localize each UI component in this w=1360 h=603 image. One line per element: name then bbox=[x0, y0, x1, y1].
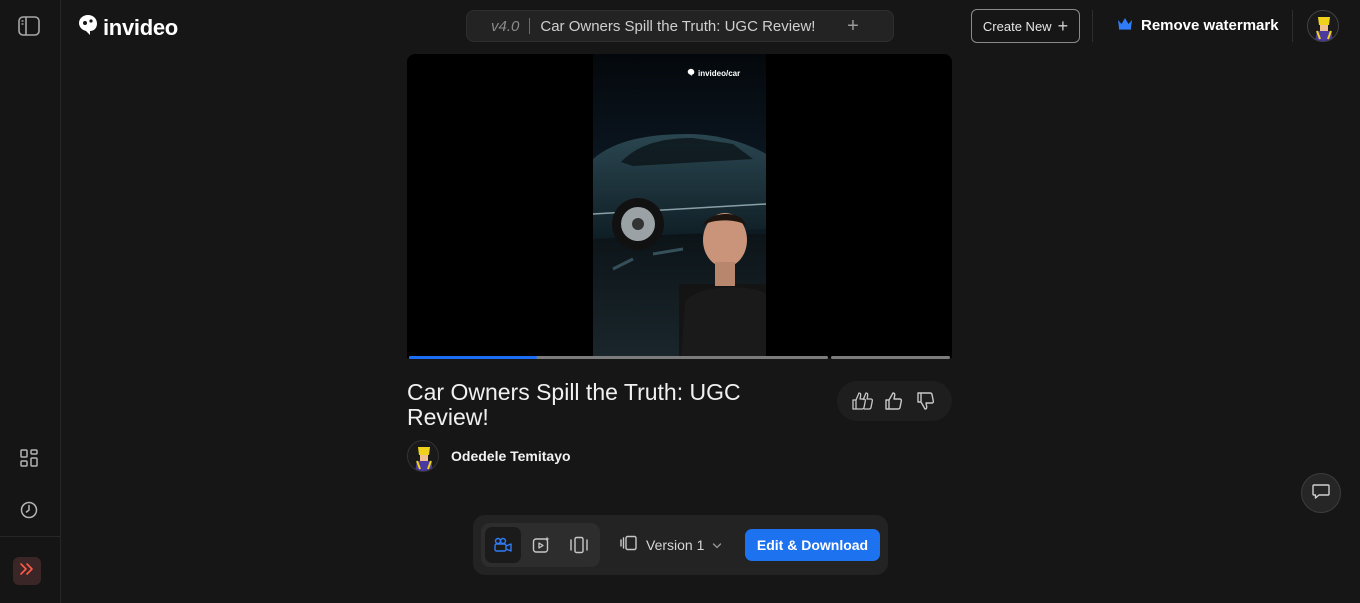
watermark-logo-icon bbox=[687, 68, 695, 79]
grid-icon[interactable] bbox=[17, 446, 41, 470]
crown-icon bbox=[1117, 17, 1133, 34]
thumbs-down-icon[interactable] bbox=[912, 387, 940, 415]
remove-watermark-button[interactable]: Remove watermark bbox=[1117, 17, 1279, 34]
plus-icon: + bbox=[1057, 16, 1069, 36]
chevron-down-icon bbox=[712, 537, 722, 553]
thumbs-up-icon[interactable] bbox=[880, 387, 908, 415]
bottom-toolbar: Version 1 Edit & Download bbox=[473, 515, 888, 575]
left-rail bbox=[0, 0, 61, 603]
create-new-button[interactable]: Create New + bbox=[971, 9, 1080, 43]
video-title: Car Owners Spill the Truth: UGC Review! bbox=[407, 379, 741, 430]
sidebar-toggle-icon[interactable] bbox=[17, 14, 41, 38]
expand-sidebar-button[interactable] bbox=[13, 557, 41, 585]
header-divider bbox=[1092, 10, 1093, 42]
rail-divider bbox=[0, 536, 61, 537]
video-camera-icon[interactable] bbox=[485, 527, 521, 563]
progress-track-segment bbox=[831, 356, 950, 359]
feedback-group bbox=[837, 381, 952, 421]
video-watermark: invideo/car bbox=[687, 68, 740, 79]
chat-button[interactable] bbox=[1301, 473, 1341, 513]
logo-text: invideo bbox=[103, 14, 178, 40]
clock-icon[interactable] bbox=[17, 498, 41, 522]
vertical-format-icon[interactable] bbox=[561, 527, 597, 563]
project-title[interactable]: Car Owners Spill the Truth: UGC Review! bbox=[540, 18, 843, 35]
header-divider-2 bbox=[1292, 10, 1293, 42]
author-avatar[interactable] bbox=[407, 440, 439, 472]
thumbs-up-double-icon[interactable] bbox=[849, 387, 877, 415]
sparkle-video-icon[interactable] bbox=[523, 527, 559, 563]
invideo-logo-icon bbox=[77, 13, 99, 42]
view-mode-segment bbox=[481, 523, 600, 567]
invideo-logo[interactable]: invideo bbox=[77, 13, 178, 42]
edit-download-button[interactable]: Edit & Download bbox=[745, 529, 880, 561]
watermark-text: invideo/car bbox=[698, 69, 741, 78]
version-label: Version 1 bbox=[646, 536, 705, 553]
remove-watermark-label: Remove watermark bbox=[1141, 17, 1279, 34]
video-progress-bar[interactable] bbox=[407, 356, 952, 359]
author-name[interactable]: Odedele Temitayo bbox=[451, 448, 571, 464]
video-frame: invideo/car bbox=[593, 54, 766, 358]
new-tab-plus-icon[interactable]: + bbox=[843, 16, 863, 36]
chat-icon bbox=[1312, 483, 1330, 504]
title-divider bbox=[529, 18, 531, 34]
chevrons-right-icon bbox=[19, 562, 35, 581]
create-new-label: Create New bbox=[982, 18, 1052, 34]
video-player[interactable]: invideo/car bbox=[407, 54, 952, 358]
versions-icon bbox=[620, 535, 638, 554]
video-thumbnail-image bbox=[593, 134, 766, 358]
author-row: Odedele Temitayo bbox=[407, 440, 571, 472]
version-selector[interactable]: Version 1 bbox=[620, 535, 722, 554]
progress-fill bbox=[409, 356, 537, 359]
project-title-bar[interactable]: v4.0 Car Owners Spill the Truth: UGC Rev… bbox=[466, 10, 894, 42]
version-tag: v4.0 bbox=[491, 17, 520, 35]
user-avatar[interactable] bbox=[1307, 10, 1339, 42]
